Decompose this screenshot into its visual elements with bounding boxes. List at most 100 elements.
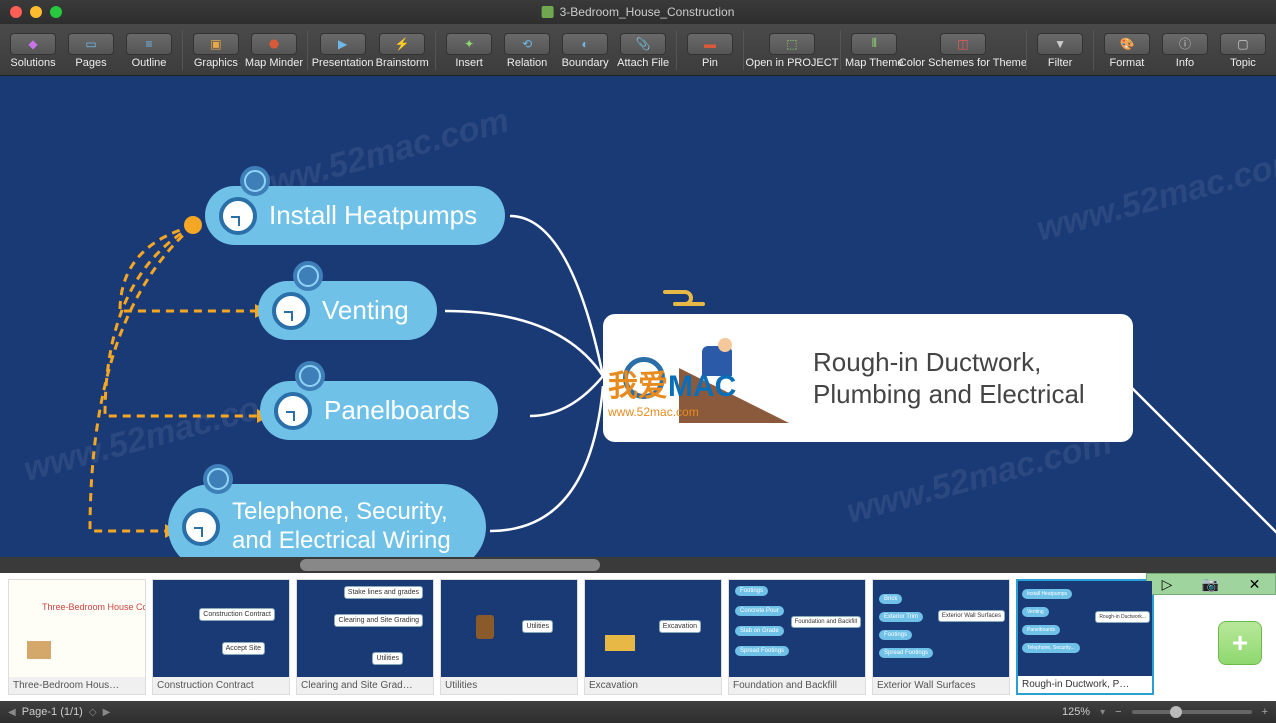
- tool-label: Outline: [132, 57, 167, 69]
- clock-badge-icon: [240, 166, 270, 196]
- topic-button[interactable]: ▢Topic: [1214, 31, 1272, 69]
- zoom-dropdown-icon[interactable]: ▾: [1100, 707, 1105, 718]
- thumbnail-preview: Three-Bedroom House Construction: [9, 580, 145, 677]
- camera-icon[interactable]: 📷: [1202, 576, 1219, 593]
- openproject-button[interactable]: ⬚ Open in PROJECT: [748, 31, 836, 69]
- maptheme-icon: ⫴: [851, 33, 897, 55]
- node-panelboards[interactable]: Panelboards: [260, 381, 498, 440]
- play-icon[interactable]: ▷: [1162, 576, 1173, 593]
- zoom-value[interactable]: 125%: [1062, 706, 1090, 718]
- pages-icon: ▭: [68, 33, 114, 55]
- graphics-button[interactable]: ▣ Graphics: [187, 31, 245, 69]
- hub-node[interactable]: [184, 216, 202, 234]
- next-page-icon[interactable]: ▶: [103, 707, 111, 718]
- colorschemes-button[interactable]: ◫Color Schemes for Theme: [904, 31, 1023, 69]
- thumbnail-slide[interactable]: Stake lines and gradesClearing and Site …: [296, 579, 434, 695]
- attachfile-button[interactable]: 📎Attach File: [614, 31, 672, 69]
- thumbnail-slide[interactable]: BrickExterior TrimFootingsSpread Footing…: [872, 579, 1010, 695]
- tool-label: Insert: [455, 57, 483, 69]
- filter-button[interactable]: ▼Filter: [1031, 31, 1089, 69]
- presentation-button[interactable]: ▶ Presentation: [312, 31, 373, 69]
- thumbnail-preview: Stake lines and gradesClearing and Site …: [297, 580, 433, 677]
- tool-label: Color Schemes for Theme: [899, 57, 1027, 69]
- titlebar: 3-Bedroom_House_Construction: [0, 0, 1276, 24]
- mapminder-button[interactable]: ⬣Map Minder: [245, 31, 303, 69]
- tool-label: Presentation: [312, 57, 374, 69]
- prev-page-icon[interactable]: ◀: [8, 707, 16, 718]
- node-telephone-security-wiring[interactable]: Telephone, Security, and Electrical Wiri…: [168, 484, 486, 557]
- outline-button[interactable]: ≡ Outline: [120, 31, 178, 69]
- zoom-slider[interactable]: [1132, 710, 1252, 714]
- info-button[interactable]: ⓘInfo: [1156, 31, 1214, 69]
- clock-badge-icon: [293, 261, 323, 291]
- page-navigation: ◀ Page-1 (1/1) ◇ ▶: [8, 706, 110, 718]
- mapminder-icon: ⬣: [251, 33, 297, 55]
- node-label: Rough-in Ductwork, Plumbing and Electric…: [813, 346, 1113, 411]
- canvas-area: www.52mac.com www.52mac.com www.52mac.co…: [0, 76, 1276, 573]
- outline-icon: ≡: [126, 33, 172, 55]
- thumbnail-slide[interactable]: UtilitiesUtilities: [440, 579, 578, 695]
- clock-icon: [272, 292, 310, 330]
- filter-icon: ▼: [1037, 33, 1083, 55]
- thumbnail-slide[interactable]: Construction ContractAccept SiteConstruc…: [152, 579, 290, 695]
- presentation-icon: ▶: [320, 33, 366, 55]
- thumbnail-slide[interactable]: Install HeatpumpsVentingPanelboardsTelep…: [1016, 579, 1154, 695]
- relation-icon: ⟲: [504, 33, 550, 55]
- thumbnail-slide[interactable]: FootingsConcrete PourSlab on GradeSpread…: [728, 579, 866, 695]
- minimize-window-icon[interactable]: [30, 6, 42, 18]
- thumbnail-slide[interactable]: ExcavationExcavation: [584, 579, 722, 695]
- thumbnail-preview: BrickExterior TrimFootingsSpread Footing…: [873, 580, 1009, 677]
- zoom-out-icon[interactable]: −: [1115, 706, 1121, 718]
- node-install-heatpumps[interactable]: Install Heatpumps: [205, 186, 505, 245]
- mindmap-canvas[interactable]: www.52mac.com www.52mac.com www.52mac.co…: [0, 76, 1276, 557]
- solutions-icon: ◆: [10, 33, 56, 55]
- node-label: Venting: [322, 295, 409, 326]
- page-dropdown-icon[interactable]: ◇: [89, 707, 97, 718]
- page-label[interactable]: Page-1 (1/1): [22, 706, 83, 718]
- maximize-window-icon[interactable]: [50, 6, 62, 18]
- topic-icon: ▢: [1220, 33, 1266, 55]
- node-main-roughin[interactable]: Rough-in Ductwork, Plumbing and Electric…: [603, 314, 1133, 442]
- boundary-button[interactable]: ◐Boundary: [556, 31, 614, 69]
- thumbnail-label: Rough-in Ductwork, P…: [1018, 676, 1152, 693]
- watermark: www.52mac.com: [20, 381, 294, 489]
- node-venting[interactable]: Venting: [258, 281, 437, 340]
- statusbar: ◀ Page-1 (1/1) ◇ ▶ 125% ▾ − +: [0, 701, 1276, 723]
- close-icon[interactable]: ✕: [1249, 576, 1261, 593]
- thumbnail-slide[interactable]: Three-Bedroom House ConstructionThree-Be…: [8, 579, 146, 695]
- horizontal-scrollbar[interactable]: [0, 557, 1260, 573]
- insert-icon: ✦: [446, 33, 492, 55]
- duct-icon: [663, 286, 707, 310]
- scrollbar-thumb[interactable]: [300, 559, 600, 571]
- window-title-text: 3-Bedroom_House_Construction: [560, 5, 735, 19]
- node-label: Telephone, Security, and Electrical Wiri…: [232, 498, 451, 556]
- pin-button[interactable]: ▬Pin: [681, 31, 739, 69]
- insert-button[interactable]: ✦ Insert: [440, 31, 498, 69]
- node-label: Panelboards: [324, 395, 470, 426]
- tool-label: Graphics: [194, 57, 238, 69]
- attachfile-icon: 📎: [620, 33, 666, 55]
- thumbnail-controls: ▷ 📷 ✕: [1146, 573, 1276, 595]
- window-controls: [0, 6, 62, 18]
- relation-button[interactable]: ⟲Relation: [498, 31, 556, 69]
- tool-label: Brainstorm: [376, 57, 429, 69]
- tool-label: Open in PROJECT: [746, 57, 839, 69]
- format-button[interactable]: 🎨Format: [1098, 31, 1156, 69]
- maptheme-button[interactable]: ⫴Map Theme: [845, 31, 904, 69]
- tool-label: Pages: [75, 57, 106, 69]
- brainstorm-button[interactable]: ⚡Brainstorm: [373, 31, 431, 69]
- thumbnail-preview: Excavation: [585, 580, 721, 677]
- thumbnail-label: Three-Bedroom Hous…: [9, 677, 145, 694]
- window-title: 3-Bedroom_House_Construction: [542, 5, 735, 19]
- thumbnail-label: Foundation and Backfill: [729, 677, 865, 694]
- thumbnail-preview: Utilities: [441, 580, 577, 677]
- graphics-icon: ▣: [193, 33, 239, 55]
- pages-button[interactable]: ▭ Pages: [62, 31, 120, 69]
- boundary-icon: ◐: [562, 33, 608, 55]
- close-window-icon[interactable]: [10, 6, 22, 18]
- zoom-in-icon[interactable]: +: [1262, 706, 1268, 718]
- add-slide-button[interactable]: +: [1218, 621, 1262, 665]
- info-icon: ⓘ: [1162, 33, 1208, 55]
- solutions-button[interactable]: ◆Solutions: [4, 31, 62, 69]
- openproject-icon: ⬚: [769, 33, 815, 55]
